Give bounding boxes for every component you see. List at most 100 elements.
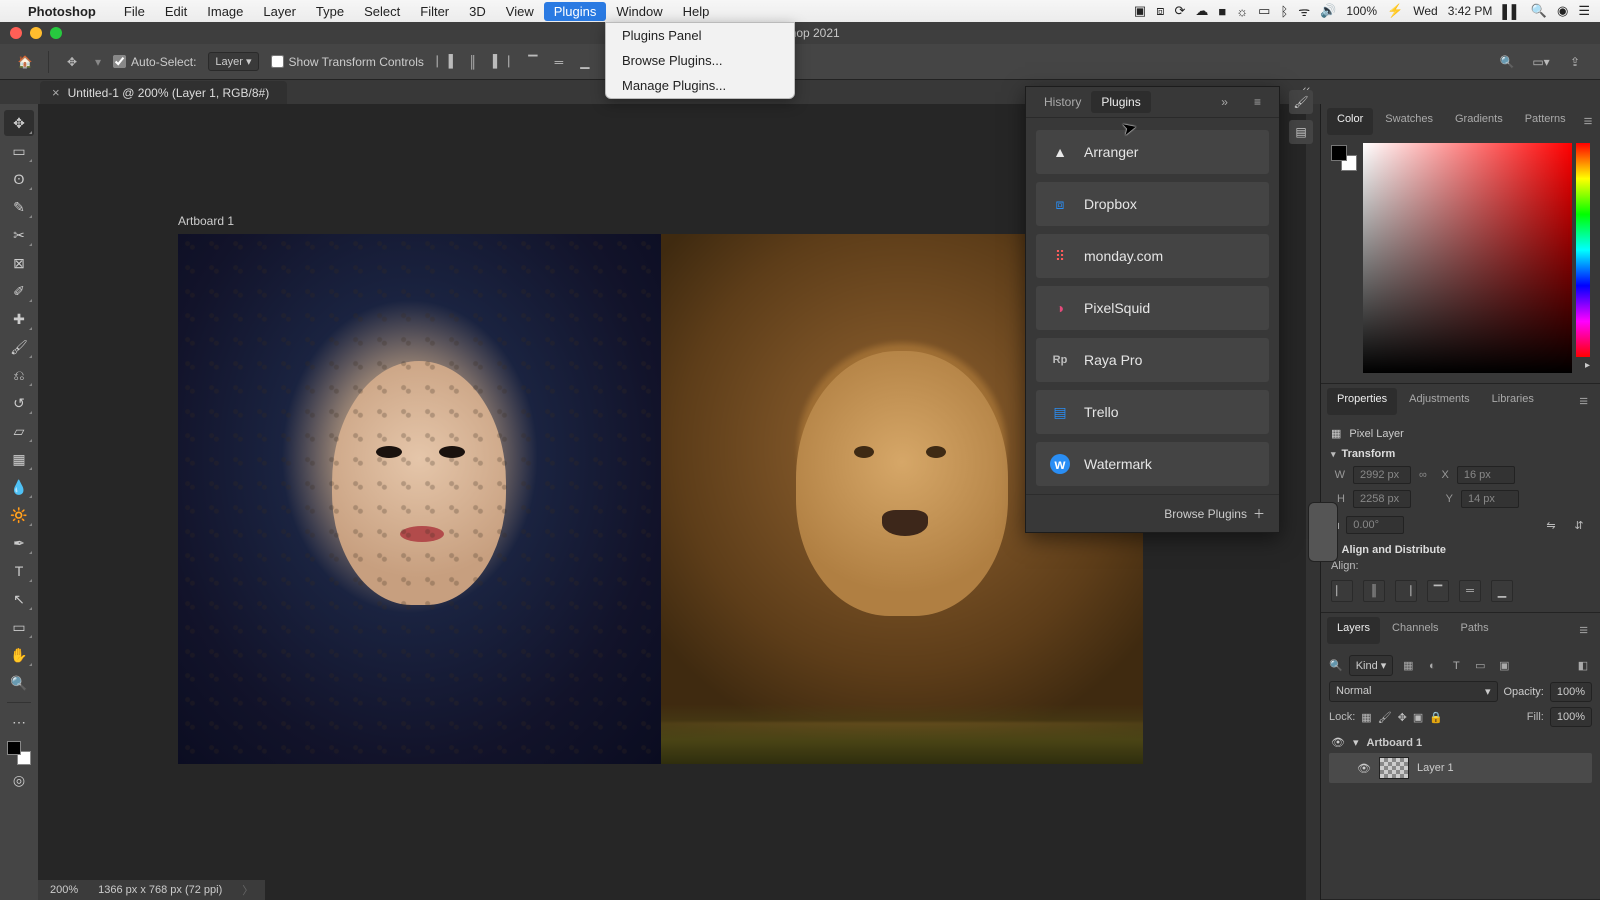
plugin-watermark[interactable]: wWatermark <box>1036 442 1269 486</box>
lock-all-icon[interactable]: 🔒 <box>1429 711 1443 724</box>
workspace-icon[interactable]: ▭▾ <box>1530 51 1552 73</box>
align-left-icon[interactable]: ⎸▌ <box>436 51 458 73</box>
filter-adjust-icon[interactable]: ◐ <box>1423 657 1441 675</box>
align-right-icon[interactable]: ▐⎹ <box>488 51 510 73</box>
color-swatch-pair[interactable] <box>1331 145 1357 171</box>
siri-icon[interactable]: ◉ <box>1557 3 1568 19</box>
dropdown-browse-plugins[interactable]: Browse Plugins... <box>606 48 794 73</box>
stamp-tool[interactable]: ⎌ <box>4 362 34 388</box>
spotlight-icon[interactable]: 🔍 <box>1531 3 1547 19</box>
tab-swatches[interactable]: Swatches <box>1375 108 1443 135</box>
vertical-scrollbar[interactable] <box>1306 104 1320 900</box>
tab-patterns[interactable]: Patterns <box>1515 108 1576 135</box>
zoom-level[interactable]: 200% <box>50 884 78 896</box>
flag-icon[interactable]: ▌▌ <box>1502 4 1520 19</box>
dropdown-manage-plugins[interactable]: Manage Plugins... <box>606 73 794 98</box>
tab-paths[interactable]: Paths <box>1451 617 1499 644</box>
align-header[interactable]: Align and Distribute <box>1331 544 1590 556</box>
frame-tool[interactable]: ⊠ <box>4 250 34 276</box>
link-wh-icon[interactable]: ∞ <box>1419 469 1427 481</box>
menu-3d[interactable]: 3D <box>459 2 496 21</box>
share-icon[interactable]: ⇪ <box>1564 51 1586 73</box>
menu-layer[interactable]: Layer <box>253 2 306 21</box>
edit-toolbar-icon[interactable]: ⋯ <box>4 709 34 735</box>
tab-gradients[interactable]: Gradients <box>1445 108 1513 135</box>
plugin-dropbox[interactable]: ⧈Dropbox <box>1036 182 1269 226</box>
menu-view[interactable]: View <box>496 2 544 21</box>
battery-icon[interactable]: ⚡ <box>1387 3 1403 19</box>
dodge-tool[interactable]: 🔆 <box>4 502 34 528</box>
filter-shape-icon[interactable]: ▭ <box>1471 657 1489 675</box>
filter-pixel-icon[interactable]: ▦ <box>1399 657 1417 675</box>
eraser-tool[interactable]: ▱ <box>4 418 34 444</box>
tab-adjustments[interactable]: Adjustments <box>1399 388 1480 415</box>
menu-type[interactable]: Type <box>306 2 354 21</box>
angle-input[interactable]: 0.00° <box>1346 516 1404 534</box>
brush-tool[interactable]: 🖌 <box>4 334 34 360</box>
menu-help[interactable]: Help <box>673 2 720 21</box>
filter-smart-icon[interactable]: ▣ <box>1495 657 1513 675</box>
browse-plugins-link[interactable]: Browse Plugins＋ <box>1026 494 1279 532</box>
dropdown-plugins-panel[interactable]: Plugins Panel <box>606 23 794 48</box>
flip-v-icon[interactable]: ⇵ <box>1568 514 1590 536</box>
visibility-icon[interactable]: 👁 <box>1357 762 1371 775</box>
menu-window[interactable]: Window <box>606 2 672 21</box>
layer-filter-kind[interactable]: Kind ▾ <box>1349 655 1394 676</box>
align-top-icon[interactable]: ▔ <box>522 51 544 73</box>
home-button[interactable]: 🏠 <box>14 51 36 73</box>
menu-filter[interactable]: Filter <box>410 2 459 21</box>
transform-h-input[interactable]: 2258 px <box>1353 490 1411 508</box>
hand-tool[interactable]: ✋ <box>4 642 34 668</box>
layer-layer1-row[interactable]: 👁 Layer 1 <box>1329 753 1592 783</box>
transform-header[interactable]: Transform <box>1331 448 1590 460</box>
filter-toggle-icon[interactable]: ◧ <box>1574 657 1592 675</box>
fill-input[interactable]: 100% <box>1550 707 1592 727</box>
transform-w-input[interactable]: 2992 px <box>1353 466 1411 484</box>
maximize-window-button[interactable] <box>50 27 62 39</box>
lock-paint-icon[interactable]: 🖌 <box>1378 711 1392 724</box>
auto-select-target[interactable]: Layer ▾ <box>208 52 258 71</box>
bluetooth-icon[interactable]: ᛒ <box>1280 4 1288 19</box>
align-top-button[interactable]: ▔ <box>1427 580 1449 602</box>
tab-properties[interactable]: Properties <box>1327 388 1397 415</box>
opacity-input[interactable]: 100% <box>1550 682 1592 702</box>
panel-menu-icon[interactable]: ≡ <box>1573 617 1594 644</box>
align-right-button[interactable]: ⎹ <box>1395 580 1417 602</box>
close-window-button[interactable] <box>10 27 22 39</box>
type-tool[interactable]: T <box>4 558 34 584</box>
panel-menu-icon[interactable]: ≡ <box>1578 108 1599 135</box>
transform-x-input[interactable]: 16 px <box>1457 466 1515 484</box>
show-transform-checkbox[interactable]: Show Transform Controls <box>271 55 424 69</box>
history-brush-tool[interactable]: ↺ <box>4 390 34 416</box>
eyedropper-tool[interactable]: ✐ <box>4 278 34 304</box>
app-name[interactable]: Photoshop <box>28 4 96 19</box>
shape-tool[interactable]: ▭ <box>4 614 34 640</box>
lock-trans-icon[interactable]: ▦ <box>1361 711 1371 724</box>
tab-channels[interactable]: Channels <box>1382 617 1448 644</box>
camera-icon[interactable]: ▣ <box>1134 3 1146 19</box>
plugin-monday[interactable]: ⠿monday.com <box>1036 234 1269 278</box>
auto-select-checkbox[interactable]: Auto-Select: <box>113 55 196 69</box>
plugin-pixelsquid[interactable]: ◑PixelSquid <box>1036 286 1269 330</box>
volume-icon[interactable]: 🔊 <box>1320 3 1336 19</box>
align-hcenter-button[interactable]: ║ <box>1363 580 1385 602</box>
video-icon[interactable]: ■ <box>1218 4 1226 19</box>
menu-select[interactable]: Select <box>354 2 410 21</box>
doc-dimensions[interactable]: 1366 px x 768 px (72 ppi) <box>98 884 222 896</box>
align-hcenter-icon[interactable]: ║ <box>462 51 484 73</box>
path-select-tool[interactable]: ↖ <box>4 586 34 612</box>
foreground-background-swatch[interactable] <box>7 741 31 765</box>
search-icon[interactable]: 🔍 <box>1496 51 1518 73</box>
tab-plugins[interactable]: Plugins <box>1091 91 1150 113</box>
gradient-tool[interactable]: ▦ <box>4 446 34 472</box>
close-tab-icon[interactable]: × <box>52 85 60 100</box>
display-icon[interactable]: ▭ <box>1258 3 1270 19</box>
sun-icon[interactable]: ☼ <box>1236 4 1248 19</box>
menu-plugins[interactable]: Plugins <box>544 2 607 21</box>
brush-settings-icon[interactable]: 🖌 <box>1289 90 1313 114</box>
quick-mask-icon[interactable]: ◎ <box>4 767 34 793</box>
align-vcenter-icon[interactable]: ═ <box>548 51 570 73</box>
control-center-icon[interactable]: ☰ <box>1578 3 1590 19</box>
menu-file[interactable]: File <box>114 2 155 21</box>
layer-artboard-row[interactable]: 👁 ▾ Artboard 1 <box>1329 732 1592 753</box>
